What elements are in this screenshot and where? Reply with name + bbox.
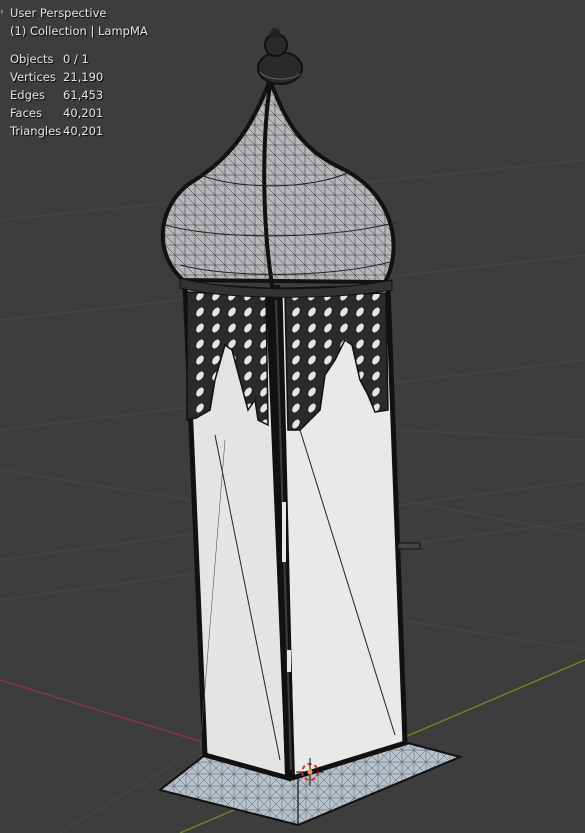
stat-label: Objects xyxy=(10,52,54,66)
lamp-finial[interactable] xyxy=(257,28,303,85)
stat-edges: Edges 61,453 xyxy=(10,86,148,104)
collection-label: (1) Collection | LampMA xyxy=(10,24,148,38)
perspective-label: User Perspective xyxy=(10,6,107,20)
lamp-dome[interactable] xyxy=(160,74,398,298)
stat-label: Faces xyxy=(10,106,42,120)
stat-label: Triangles xyxy=(10,124,62,138)
stat-value: 61,453 xyxy=(63,88,104,102)
stat-label: Vertices xyxy=(10,70,56,84)
stat-value: 40,201 xyxy=(63,106,104,120)
chevron-right-icon[interactable]: › xyxy=(0,7,4,17)
stat-faces: Faces 40,201 xyxy=(10,104,148,122)
stat-label: Edges xyxy=(10,88,45,102)
statistics-panel: Objects 0 / 1 Vertices 21,190 Edges 61,4… xyxy=(10,50,148,140)
stat-triangles: Triangles 40,201 xyxy=(10,122,148,140)
3d-viewport[interactable]: › User Perspective (1) Collection | Lamp… xyxy=(0,0,585,833)
stat-value: 40,201 xyxy=(63,124,104,138)
stat-value: 0 / 1 xyxy=(63,52,89,66)
stat-objects: Objects 0 / 1 xyxy=(10,50,148,68)
stat-value: 21,190 xyxy=(63,70,104,84)
viewport-info-overlay: User Perspective (1) Collection | LampMA… xyxy=(10,4,148,140)
stat-vertices: Vertices 21,190 xyxy=(10,68,148,86)
